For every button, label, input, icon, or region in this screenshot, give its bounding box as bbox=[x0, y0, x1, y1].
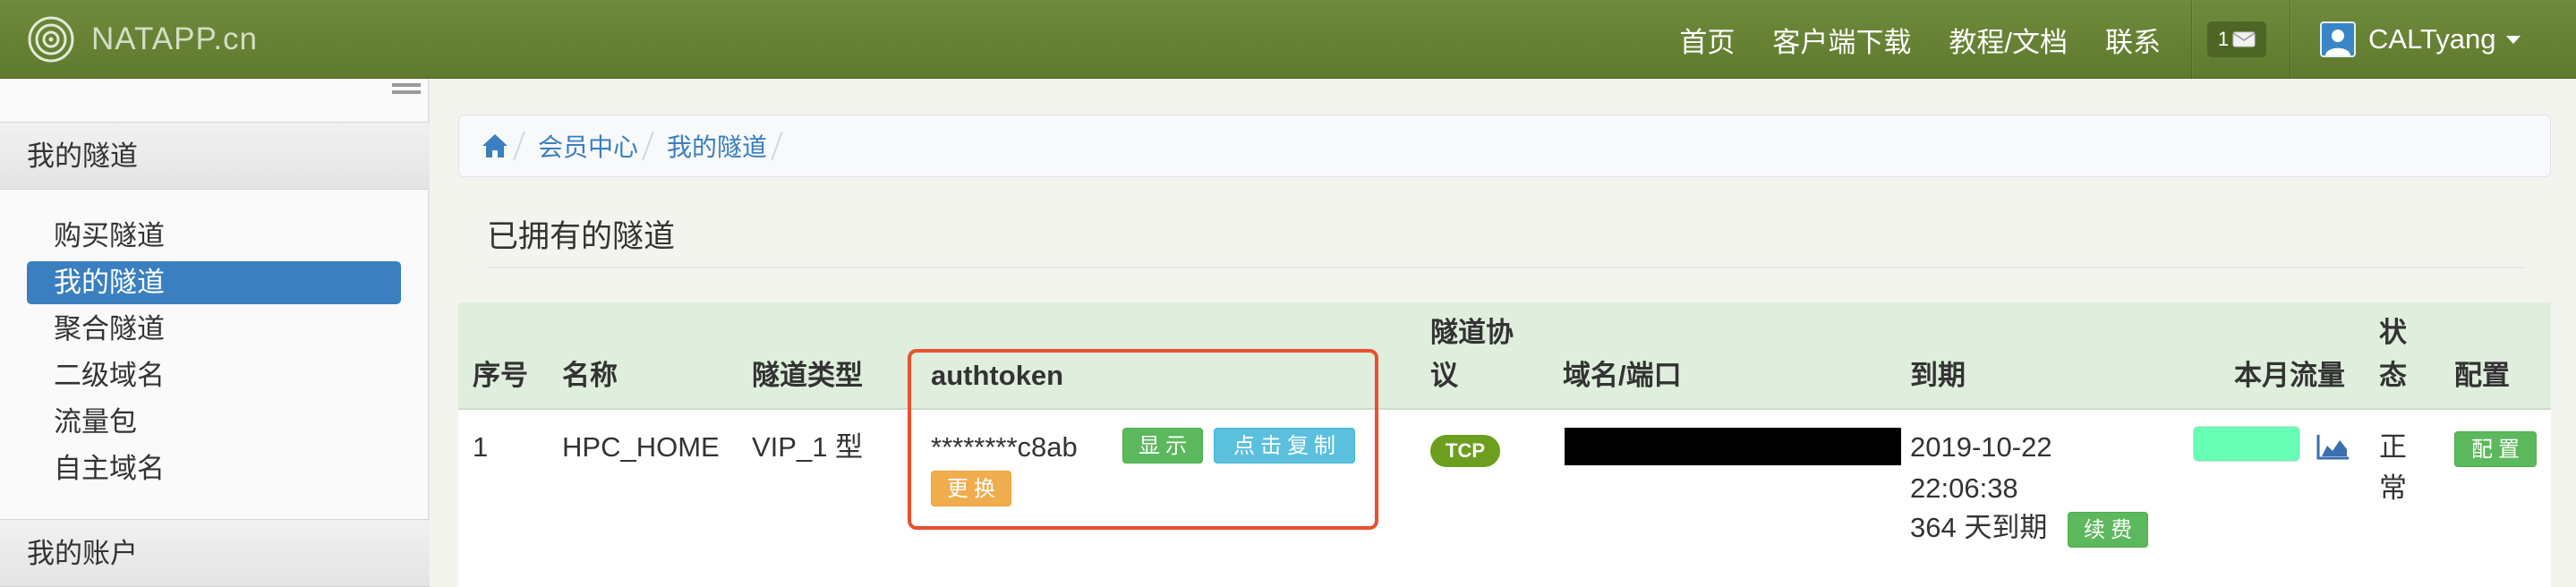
cell-name: HPC_HOME bbox=[562, 431, 720, 463]
breadcrumb-member-center[interactable]: 会员中心 bbox=[538, 128, 638, 164]
table-header-row: 序号 名称 隧道类型 authtoken 隧道协 议 域名/端口 到期 本月流量… bbox=[458, 302, 2551, 410]
copy-token-button[interactable]: 点击复制 bbox=[1214, 428, 1355, 464]
cell-status: 正 bbox=[2379, 431, 2407, 463]
col-header-config: 配置 bbox=[2454, 360, 2510, 391]
sidebar-item-aggregate-tunnel[interactable]: 聚合隧道 bbox=[27, 306, 401, 353]
nav-divider bbox=[2191, 0, 2192, 79]
col-header-status-2: 态 bbox=[2379, 360, 2407, 391]
traffic-bar bbox=[2193, 426, 2300, 462]
sidebar-item-custom-domain[interactable]: 自主域名 bbox=[27, 446, 401, 492]
col-header-protocol-2: 议 bbox=[1430, 360, 1458, 391]
user-avatar-icon bbox=[2320, 21, 2356, 57]
col-header-expire: 到期 bbox=[1910, 360, 1966, 391]
nav-link-docs[interactable]: 教程/文档 bbox=[1949, 20, 2068, 60]
nav-link-download[interactable]: 客户端下载 bbox=[1772, 20, 1911, 60]
messages-button[interactable]: 1 bbox=[2207, 21, 2266, 57]
breadcrumb-separator bbox=[518, 128, 531, 164]
col-header-index: 序号 bbox=[473, 360, 528, 391]
natapp-logo-icon bbox=[28, 16, 74, 63]
cell-expire-remaining: 364 天到期 bbox=[1910, 512, 2048, 543]
col-header-type: 隧道类型 bbox=[752, 360, 863, 391]
user-menu[interactable]: CALTyang bbox=[2320, 16, 2521, 63]
renew-button[interactable]: 续费 bbox=[2068, 512, 2148, 548]
col-header-traffic: 本月流量 bbox=[2234, 360, 2345, 391]
sidebar-item-my-tunnels[interactable]: 我的隧道 bbox=[27, 261, 401, 304]
title-divider bbox=[487, 267, 2524, 268]
cell-expire-time: 22:06:38 bbox=[1910, 472, 2018, 504]
cell-authtoken: ********c8ab bbox=[931, 431, 1078, 463]
sidebar-section-tunnels[interactable]: 我的隧道 bbox=[0, 122, 430, 190]
sidebar-collapse-icon[interactable] bbox=[392, 83, 421, 105]
envelope-icon bbox=[2232, 31, 2256, 47]
username: CALTyang bbox=[2368, 23, 2496, 55]
show-token-button[interactable]: 显示 bbox=[1122, 428, 1203, 464]
cell-type: VIP_1 型 bbox=[752, 431, 864, 463]
sidebar: 我的隧道 购买隧道 我的隧道 聚合隧道 二级域名 流量包 自主域名 我的账户 bbox=[0, 79, 430, 587]
area-chart-icon[interactable] bbox=[2316, 433, 2350, 460]
top-navbar: NATAPP.cn 首页 客户端下载 教程/文档 联系 1 CALTyang bbox=[0, 0, 2576, 79]
cell-expire-date: 2019-10-22 bbox=[1910, 431, 2052, 463]
tunnel-table: 序号 名称 隧道类型 authtoken 隧道协 议 域名/端口 到期 本月流量… bbox=[458, 302, 2551, 587]
breadcrumb-my-tunnels[interactable]: 我的隧道 bbox=[667, 128, 767, 164]
breadcrumb-separator bbox=[647, 128, 660, 164]
breadcrumb: 会员中心 我的隧道 bbox=[458, 115, 2551, 177]
nav-link-contact[interactable]: 联系 bbox=[2105, 20, 2161, 60]
brand[interactable]: NATAPP.cn bbox=[27, 14, 258, 64]
col-header-authtoken: authtoken bbox=[931, 360, 1064, 391]
caret-down-icon bbox=[2506, 35, 2521, 44]
sidebar-tunnel-menu: 购买隧道 我的隧道 聚合隧道 二级域名 流量包 自主域名 bbox=[27, 213, 401, 492]
cell-index: 1 bbox=[473, 431, 489, 463]
sidebar-item-buy-tunnel[interactable]: 购买隧道 bbox=[27, 213, 401, 259]
home-icon[interactable] bbox=[481, 132, 509, 159]
sidebar-item-subdomain[interactable]: 二级域名 bbox=[27, 353, 401, 399]
sidebar-item-traffic-pack[interactable]: 流量包 bbox=[27, 399, 401, 446]
redacted-domain bbox=[1565, 428, 1901, 465]
brand-name: NATAPP.cn bbox=[91, 21, 259, 56]
page-title: 已拥有的隧道 bbox=[487, 219, 676, 254]
col-header-domain: 域名/端口 bbox=[1563, 360, 1682, 391]
config-button[interactable]: 配置 bbox=[2454, 431, 2537, 467]
col-header-protocol: 隧道协 bbox=[1430, 317, 1514, 348]
col-header-status: 状 bbox=[2379, 317, 2407, 348]
sidebar-section-account[interactable]: 我的账户 bbox=[0, 519, 430, 587]
protocol-badge: TCP bbox=[1430, 435, 1500, 467]
message-count: 1 bbox=[2217, 28, 2230, 50]
main-nav: 首页 客户端下载 教程/文档 联系 bbox=[1642, 0, 2161, 79]
col-header-name: 名称 bbox=[562, 360, 618, 391]
replace-token-button[interactable]: 更换 bbox=[931, 471, 1011, 506]
nav-link-home[interactable]: 首页 bbox=[1679, 20, 1735, 60]
cell-status-2: 常 bbox=[2379, 472, 2407, 504]
breadcrumb-separator bbox=[776, 128, 789, 164]
